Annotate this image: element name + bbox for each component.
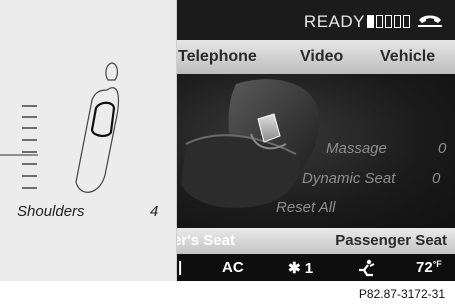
fan-level: 1 <box>304 260 314 277</box>
airflow-icon[interactable] <box>356 259 376 277</box>
shoulder-level-scale[interactable] <box>0 0 176 200</box>
fan-icon: ✱ <box>288 260 301 277</box>
seat-option-dynamic-seat[interactable]: Dynamic Seat <box>302 170 395 187</box>
climate-divider: | <box>178 259 183 276</box>
menu-item-telephone[interactable]: Telephone <box>178 48 257 66</box>
shoulders-value: 4 <box>150 203 159 220</box>
tab-drivers-seat[interactable]: er's Seat <box>176 232 235 249</box>
menu-item-vehicle[interactable]: Vehicle <box>380 48 435 66</box>
ready-status: READY <box>303 12 365 31</box>
temperature-value: 72 <box>416 259 433 276</box>
display-frame: READY Telephone Video Vehicle Massage 0 … <box>0 0 455 281</box>
signal-strength-icon <box>367 15 410 28</box>
seat-selection-bar: er's Seat Passenger Seat <box>176 228 455 254</box>
temperature-display[interactable]: 72°F <box>416 259 442 276</box>
fan-button[interactable]: ✱ 1 <box>288 259 313 277</box>
main-menu-bar: Telephone Video Vehicle <box>176 40 455 74</box>
ac-button[interactable]: AC <box>222 259 244 276</box>
seat-option-reset-all[interactable]: Reset All <box>276 199 335 216</box>
head-unit-screen: READY Telephone Video Vehicle Massage 0 … <box>176 0 455 281</box>
seat-option-dynamic-seat-value: 0 <box>432 170 441 187</box>
status-bar: READY <box>176 0 455 40</box>
climate-bar: | AC ✱ 1 72°F <box>176 254 455 281</box>
tab-passenger-seat[interactable]: Passenger Seat <box>335 232 447 249</box>
shoulder-adjust-panel: Shoulders 4 <box>0 0 177 281</box>
seat-settings-area: Massage 0 Dynamic Seat 0 Reset All <box>176 74 455 228</box>
temperature-unit: °F <box>432 259 442 269</box>
seat-option-massage-value: 0 <box>438 140 447 157</box>
shoulders-label: Shoulders <box>17 203 85 220</box>
menu-item-video[interactable]: Video <box>300 48 343 66</box>
figure-caption: P82.87-3172-31 <box>358 287 445 301</box>
phone-icon <box>418 15 442 27</box>
seat-option-massage[interactable]: Massage <box>326 140 387 157</box>
